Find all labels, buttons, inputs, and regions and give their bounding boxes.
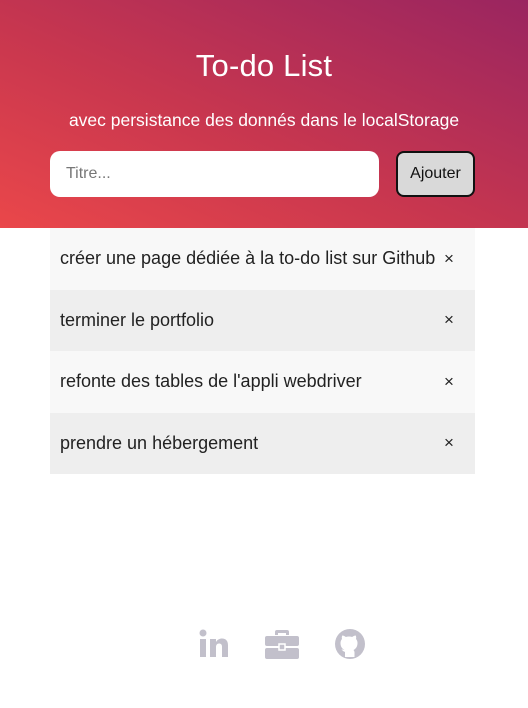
briefcase-icon[interactable] bbox=[265, 627, 299, 661]
todo-item: créer une page dédiée à la to-do list su… bbox=[50, 228, 475, 290]
todo-text: prendre un hébergement bbox=[60, 432, 259, 453]
remove-icon[interactable]: × bbox=[444, 249, 454, 269]
page-title: To-do List bbox=[195, 48, 333, 83]
header: To-do List avec persistance des donnés d… bbox=[0, 0, 528, 228]
todo-list: créer une page dédiée à la to-do list su… bbox=[50, 228, 475, 474]
add-button[interactable]: Ajouter bbox=[396, 151, 475, 197]
github-icon[interactable] bbox=[333, 627, 367, 661]
social-links bbox=[0, 627, 528, 661]
todo-item: terminer le portfolio × bbox=[50, 289, 475, 351]
todo-text: refonte des tables de l'appli webdriver bbox=[60, 371, 362, 392]
remove-icon[interactable]: × bbox=[444, 310, 454, 330]
page-subtitle: avec persistance des donnés dans le loca… bbox=[68, 110, 460, 130]
todo-item: prendre un hébergement × bbox=[50, 412, 475, 474]
remove-icon[interactable]: × bbox=[444, 372, 454, 392]
remove-icon[interactable]: × bbox=[444, 433, 454, 453]
todo-item: refonte des tables de l'appli webdriver … bbox=[50, 351, 475, 413]
todo-text: créer une page dédiée à la to-do list su… bbox=[60, 248, 436, 269]
todo-text: terminer le portfolio bbox=[60, 309, 215, 330]
linkedin-icon[interactable] bbox=[197, 627, 231, 661]
todo-title-input[interactable] bbox=[50, 151, 379, 197]
